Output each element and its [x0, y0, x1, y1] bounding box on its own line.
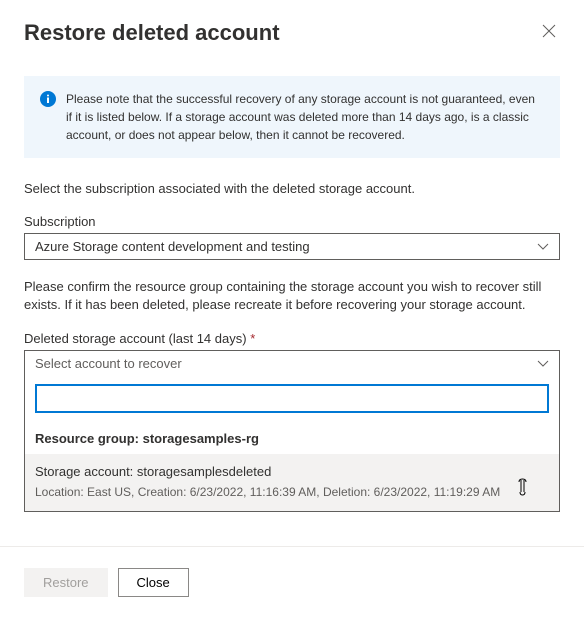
option-details: Location: East US, Creation: 6/23/2022, … — [35, 485, 549, 499]
dropdown-search-input[interactable] — [35, 384, 549, 413]
info-icon — [40, 91, 56, 107]
subscription-instruction: Select the subscription associated with … — [24, 180, 560, 198]
resource-group-instruction: Please confirm the resource group contai… — [24, 278, 560, 314]
info-banner: Please note that the successful recovery… — [24, 76, 560, 158]
close-button[interactable]: Close — [118, 568, 189, 597]
dropdown-placeholder: Select account to recover — [35, 356, 182, 371]
chevron-down-icon — [537, 356, 549, 371]
dropdown-option[interactable]: Storage account: storagesamplesdeleted L… — [25, 454, 559, 511]
footer-divider — [0, 546, 584, 547]
info-text: Please note that the successful recovery… — [66, 90, 544, 144]
deleted-account-dropdown[interactable]: Select account to recover Resource group… — [24, 350, 560, 512]
subscription-value: Azure Storage content development and te… — [35, 239, 310, 254]
subscription-select[interactable]: Azure Storage content development and te… — [24, 233, 560, 260]
restore-button: Restore — [24, 568, 108, 597]
option-title: Storage account: storagesamplesdeleted — [35, 464, 549, 479]
dropdown-header[interactable]: Select account to recover — [25, 351, 559, 376]
close-icon[interactable] — [538, 20, 560, 45]
chevron-down-icon — [537, 239, 549, 254]
subscription-label: Subscription — [24, 214, 560, 229]
required-indicator: * — [250, 331, 255, 346]
deleted-account-label: Deleted storage account (last 14 days) * — [24, 331, 560, 346]
page-title: Restore deleted account — [24, 20, 280, 46]
dropdown-group-header: Resource group: storagesamples-rg — [25, 421, 559, 454]
